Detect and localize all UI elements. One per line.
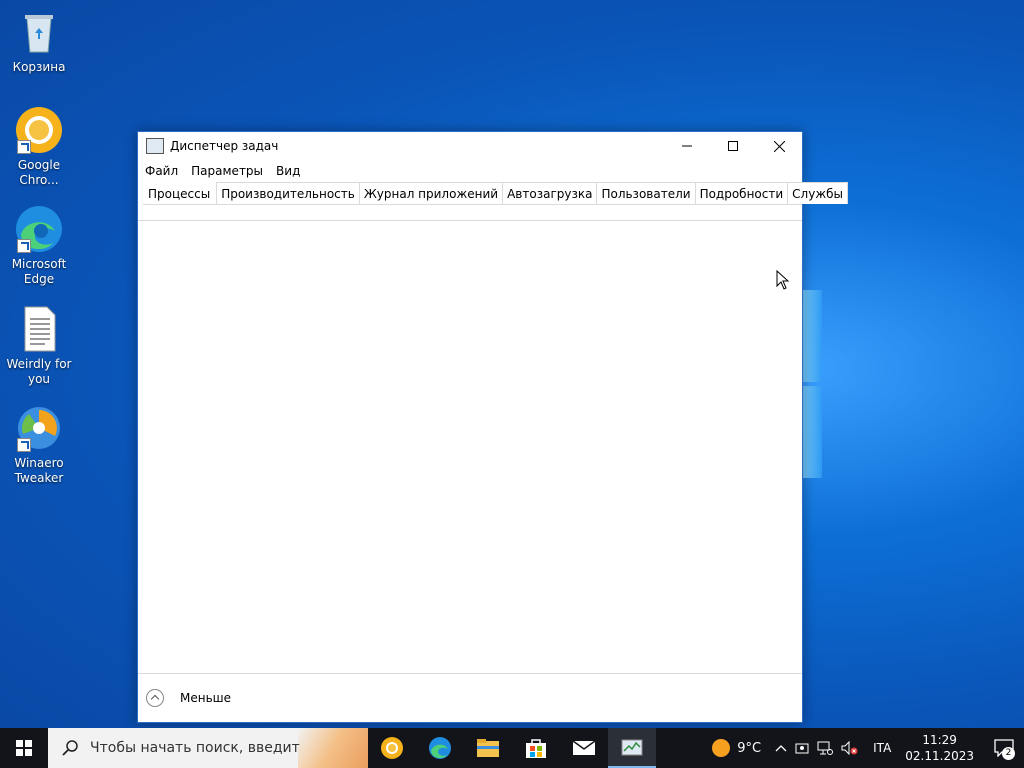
taskbar-file-explorer[interactable] xyxy=(464,728,512,768)
chevron-up-icon[interactable] xyxy=(775,744,787,752)
search-placeholder: Чтобы начать поиск, введит xyxy=(90,740,300,756)
text-document-icon xyxy=(15,305,63,353)
input-language[interactable]: ITA xyxy=(873,741,891,755)
chrome-icon xyxy=(15,106,63,154)
search-highlight-art xyxy=(298,728,368,768)
taskbar-clock[interactable]: 11:29 02.11.2023 xyxy=(905,732,974,764)
task-manager-icon xyxy=(146,138,164,154)
volume-muted-icon[interactable] xyxy=(841,741,859,755)
desktop-icon-winaero[interactable]: Winaero Tweaker xyxy=(5,404,73,486)
chrome-icon xyxy=(381,737,403,759)
menu-view[interactable]: Вид xyxy=(276,164,300,178)
notification-center-button[interactable]: 2 xyxy=(984,728,1024,768)
fewer-details-link[interactable]: Меньше xyxy=(180,691,231,705)
menu-bar: Файл Параметры Вид xyxy=(138,160,802,182)
taskbar-mail[interactable] xyxy=(560,728,608,768)
tab-users[interactable]: Пользователи xyxy=(596,182,696,204)
tab-strip: Процессы Производительность Журнал прило… xyxy=(143,182,849,205)
title-bar[interactable]: Диспетчер задач xyxy=(138,132,802,160)
start-button[interactable] xyxy=(0,728,48,768)
desktop-icon-label: you xyxy=(27,372,51,386)
desktop-icon-label: Microsoft xyxy=(11,257,67,271)
taskbar-edge[interactable] xyxy=(416,728,464,768)
tab-processes[interactable]: Процессы xyxy=(143,182,218,204)
windows-start-icon xyxy=(16,740,32,756)
taskbar: Чтобы начать поиск, введит 9°C ITA 11:29… xyxy=(0,728,1024,768)
windows-logo-wallpaper xyxy=(802,290,822,480)
recycle-bin-icon xyxy=(15,8,63,56)
fewer-details-icon[interactable] xyxy=(146,689,164,707)
notification-badge: 2 xyxy=(1002,747,1015,760)
close-button[interactable] xyxy=(756,132,802,160)
clock-time: 11:29 xyxy=(922,733,957,747)
tab-services[interactable]: Службы xyxy=(787,182,849,204)
desktop-icon-label: Google xyxy=(17,158,61,172)
maximize-icon xyxy=(728,141,738,151)
taskbar-search-box[interactable]: Чтобы начать поиск, введит xyxy=(48,728,368,768)
desktop-icon-recycle-bin[interactable]: Корзина xyxy=(5,8,73,75)
taskbar-chrome[interactable] xyxy=(368,728,416,768)
desktop-icon-label: Tweaker xyxy=(14,471,64,485)
tab-details[interactable]: Подробности xyxy=(694,182,789,204)
winaero-tweaker-icon xyxy=(15,404,63,452)
minimize-button[interactable] xyxy=(664,132,710,160)
meet-now-icon[interactable] xyxy=(795,741,809,755)
desktop-icon-chrome[interactable]: Google Chro... xyxy=(5,106,73,188)
weather-temperature[interactable]: 9°C xyxy=(737,741,761,756)
store-icon xyxy=(526,739,546,758)
mail-icon xyxy=(572,740,596,755)
task-manager-icon xyxy=(621,739,643,756)
network-icon[interactable] xyxy=(817,741,834,755)
desktop-icon-label: Edge xyxy=(23,272,55,286)
clock-date: 02.11.2023 xyxy=(905,749,974,763)
tab-startup[interactable]: Автозагрузка xyxy=(502,182,598,204)
edge-icon xyxy=(429,737,451,759)
desktop-icon-edge[interactable]: Microsoft Edge xyxy=(5,205,73,287)
task-manager-window: Диспетчер задач Файл Параметры Вид Проце… xyxy=(137,131,849,723)
file-explorer-icon xyxy=(477,739,499,757)
window-title: Диспетчер задач xyxy=(170,139,279,153)
shortcut-arrow-icon xyxy=(17,239,31,253)
desktop-icon-document[interactable]: Weirdly for you xyxy=(5,305,73,387)
maximize-button[interactable] xyxy=(710,132,756,160)
shortcut-arrow-icon xyxy=(17,140,31,154)
close-icon xyxy=(773,140,785,152)
menu-options[interactable]: Параметры xyxy=(191,164,263,178)
menu-file[interactable]: Файл xyxy=(145,164,178,178)
tab-app-history[interactable]: Журнал приложений xyxy=(358,182,504,204)
system-tray: 9°C ITA 11:29 02.11.2023 2 xyxy=(711,728,1024,768)
desktop-icon-label: Chro... xyxy=(19,173,59,187)
weather-sun-icon[interactable] xyxy=(711,738,731,758)
edge-icon xyxy=(15,205,63,253)
mouse-cursor-icon xyxy=(776,270,790,290)
desktop-icon-label: Weirdly for xyxy=(6,357,72,371)
minimize-icon xyxy=(682,145,692,147)
footer-bar: Меньше xyxy=(138,673,802,722)
taskbar-store[interactable] xyxy=(512,728,560,768)
shortcut-arrow-icon xyxy=(17,438,31,452)
desktop-icon-label: Корзина xyxy=(12,60,66,74)
processes-panel xyxy=(138,220,802,674)
tab-performance[interactable]: Производительность xyxy=(216,182,360,204)
taskbar-task-manager[interactable] xyxy=(608,728,656,768)
search-icon xyxy=(62,740,78,756)
desktop-icon-label: Winaero xyxy=(14,456,64,470)
